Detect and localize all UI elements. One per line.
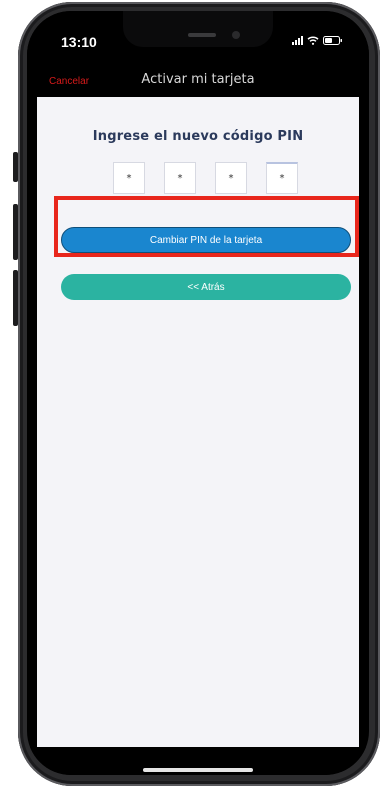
status-icons — [292, 36, 343, 45]
main-content: Ingrese el nuevo código PIN * * * * Camb… — [37, 97, 359, 747]
front-camera — [232, 31, 240, 39]
highlight-annotation — [54, 196, 359, 257]
wifi-icon — [307, 36, 319, 45]
pin-digit-3[interactable]: * — [215, 162, 247, 194]
stage: 13:10 Cancelar Activar mi tarjeta Ingres… — [0, 0, 385, 788]
signal-icon — [292, 36, 303, 45]
pin-digit-1[interactable]: * — [113, 162, 145, 194]
page-title: Activar mi tarjeta — [141, 72, 255, 87]
home-area — [27, 747, 369, 775]
notch — [123, 11, 273, 47]
status-bar: 13:10 — [27, 11, 369, 67]
back-button[interactable]: << Atrás — [61, 274, 351, 300]
status-time: 13:10 — [61, 34, 97, 50]
pin-digit-4[interactable]: * — [266, 162, 298, 194]
home-indicator[interactable] — [143, 768, 253, 772]
nav-bar: Cancelar Activar mi tarjeta — [27, 67, 369, 97]
phone-screen: 13:10 Cancelar Activar mi tarjeta Ingres… — [27, 11, 369, 775]
pin-digit-2[interactable]: * — [164, 162, 196, 194]
pin-heading: Ingrese el nuevo código PIN — [92, 129, 304, 144]
battery-icon — [323, 36, 343, 45]
speaker-grille — [188, 33, 216, 37]
pin-input-group: * * * * — [113, 162, 299, 196]
